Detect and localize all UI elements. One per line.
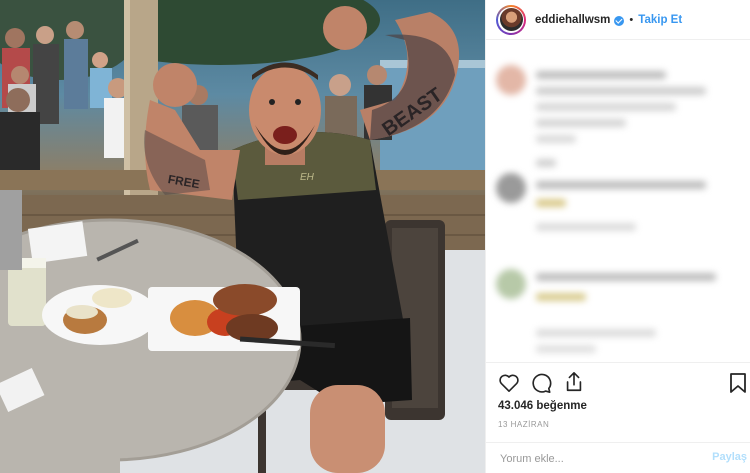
comment-composer: Paylaş	[486, 442, 750, 473]
post-photo[interactable]: EH BEAST FREE	[0, 0, 485, 473]
comments-list[interactable]	[486, 41, 750, 359]
comment-input[interactable]	[498, 449, 702, 469]
comment-avatar	[496, 173, 526, 203]
post-photo-scene: EH BEAST FREE	[0, 0, 485, 473]
post-header: eddiehallwsm • Takip Et	[486, 0, 750, 40]
like-count[interactable]: 43.046 beğenme	[498, 400, 587, 412]
comment-avatar	[496, 269, 526, 299]
profile-avatar[interactable]	[496, 4, 526, 35]
post-date[interactable]: 13 HAZİRAN	[498, 420, 549, 429]
separator-dot: •	[629, 13, 634, 26]
post-comment-button[interactable]: Paylaş	[712, 451, 747, 463]
follow-button[interactable]: Takip Et	[638, 14, 682, 26]
share-icon[interactable]	[563, 371, 585, 393]
action-bar	[486, 362, 750, 401]
post-sidebar: eddiehallwsm • Takip Et 43.046 beğenme 1…	[485, 0, 750, 473]
username-link[interactable]: eddiehallwsm	[535, 14, 610, 26]
svg-text:EH: EH	[300, 172, 315, 183]
verified-badge-icon	[614, 15, 625, 26]
comment-icon[interactable]	[530, 372, 552, 394]
comment-avatar	[496, 65, 526, 95]
heart-icon[interactable]	[498, 373, 520, 393]
bookmark-icon[interactable]	[729, 372, 747, 394]
lantern	[0, 190, 22, 270]
